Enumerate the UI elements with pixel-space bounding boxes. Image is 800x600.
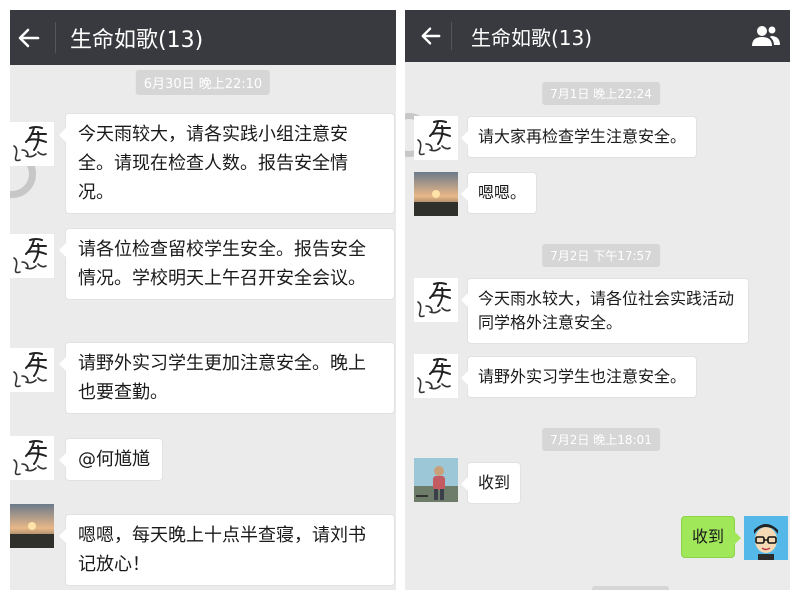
- title-divider: [55, 22, 56, 53]
- timestamp: 7月2日 下午17:57: [542, 244, 660, 267]
- chat-title: 生命如歌(13): [471, 25, 593, 50]
- sunset-photo-avatar[interactable]: [414, 172, 458, 216]
- chat-window-left: 生命如歌(13) 6月30日 晚上22:10 今天雨较大，请各实践小组注意安全。…: [10, 10, 396, 590]
- message-row: 请野外实习学生也注意安全。: [405, 350, 790, 410]
- message-bubble[interactable]: 今天雨较大，请各实践小组注意安全。请现在检查人数。报告安全情况。: [59, 113, 395, 214]
- timestamp: 7月2日 晚上18:01: [542, 428, 660, 451]
- message-bubble[interactable]: 请野外实习学生更加注意安全。晚上也要查勤。: [59, 342, 395, 414]
- message-row: @何馗馗: [10, 432, 396, 492]
- group-members-icon: [752, 25, 780, 46]
- message-bubble-sent[interactable]: 收到: [680, 516, 742, 558]
- timestamp: 7月1日 晚上22:24: [542, 82, 660, 105]
- calligraphy-avatar-icon[interactable]: [10, 122, 54, 166]
- calligraphy-avatar-icon[interactable]: [414, 354, 458, 398]
- timestamp: 6月30日 晚上22:10: [135, 70, 271, 95]
- message-bubble[interactable]: 嗯嗯，每天晚上十点半查寝，请刘书记放心！: [59, 514, 395, 586]
- message-bubble[interactable]: @何馗馗: [59, 438, 163, 481]
- message-row: 今天雨水较大，请各位社会实践活动同学格外注意安全。: [405, 276, 790, 346]
- message-bubble[interactable]: 请野外实习学生也注意安全。: [460, 356, 698, 398]
- calligraphy-avatar-icon[interactable]: [10, 234, 54, 278]
- cartoon-glasses-avatar[interactable]: [744, 516, 788, 560]
- title-divider: [451, 22, 452, 50]
- message-bubble[interactable]: 请各位检查留校学生安全。报告安全情况。学校明天上午召开安全会议。: [59, 228, 395, 300]
- back-arrow-icon: [421, 27, 441, 45]
- group-members-button[interactable]: [748, 10, 784, 62]
- message-bubble[interactable]: 今天雨水较大，请各位社会实践活动同学格外注意安全。: [461, 278, 749, 344]
- title-bar: 生命如歌(13): [405, 10, 790, 62]
- back-button[interactable]: [414, 10, 448, 62]
- sunset-photo-avatar[interactable]: [10, 504, 54, 548]
- message-bubble[interactable]: 收到: [460, 462, 522, 504]
- calligraphy-avatar-icon[interactable]: [414, 278, 458, 322]
- title-bar: 生命如歌(13): [10, 10, 396, 65]
- scroll-indicator: [592, 586, 669, 590]
- message-row: 嗯嗯，每天晚上十点半查寝，请刘书记放心！: [10, 500, 396, 590]
- message-row: 请各位检查留校学生安全。报告安全情况。学校明天上午召开安全会议。: [10, 220, 396, 330]
- message-row: 今天雨较大，请各实践小组注意安全。请现在检查人数。报告安全情况。: [10, 108, 396, 218]
- back-button[interactable]: [12, 10, 46, 65]
- calligraphy-avatar-icon[interactable]: [10, 436, 54, 480]
- person-photo-avatar[interactable]: [414, 458, 458, 502]
- back-arrow-icon: [18, 28, 40, 47]
- message-row: 请野外实习学生更加注意安全。晚上也要查勤。: [10, 340, 396, 420]
- calligraphy-avatar-icon[interactable]: [414, 116, 458, 160]
- message-bubble[interactable]: 嗯嗯。: [460, 172, 538, 214]
- message-row: 嗯嗯。: [405, 170, 790, 226]
- chat-title: 生命如歌(13): [70, 27, 204, 53]
- calligraphy-avatar-icon[interactable]: [10, 348, 54, 392]
- message-row: 收到: [405, 456, 790, 512]
- message-row-sent: 收到: [405, 512, 790, 572]
- message-row: 请大家再检查学生注意安全。: [405, 110, 790, 170]
- chat-window-right: 生命如歌(13) 7月1日 晚上22:24 请大家再检查学生注意安全。 嗯嗯。 …: [405, 10, 790, 590]
- message-bubble[interactable]: 请大家再检查学生注意安全。: [460, 116, 698, 158]
